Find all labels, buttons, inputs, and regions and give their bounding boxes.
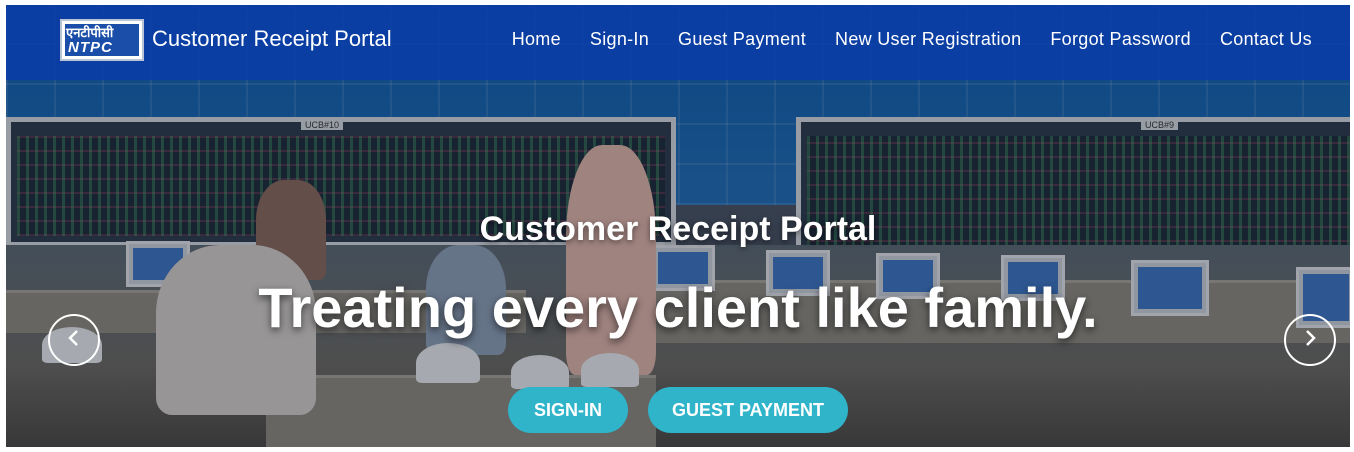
- navbar: एनटीपीसी NTPC Customer Receipt Portal Ho…: [6, 5, 1350, 80]
- nav-new-user-registration[interactable]: New User Registration: [835, 29, 1021, 50]
- nav-forgot-password[interactable]: Forgot Password: [1050, 29, 1191, 50]
- hero-tagline: Treating every client like family.: [258, 276, 1098, 339]
- main-nav: Home Sign-In Guest Payment New User Regi…: [512, 29, 1312, 50]
- guest-payment-button[interactable]: GUEST PAYMENT: [647, 387, 849, 433]
- nav-sign-in[interactable]: Sign-In: [590, 29, 649, 50]
- carousel-prev-button[interactable]: [48, 314, 100, 366]
- sign-in-button[interactable]: SIGN-IN: [507, 387, 628, 433]
- hero-carousel: UCB#10 UCB#9 एनटीपीसी NTPC Customer Rece…: [6, 5, 1350, 447]
- chevron-left-icon: [65, 329, 83, 352]
- nav-guest-payment[interactable]: Guest Payment: [678, 29, 806, 50]
- hero-title: Customer Receipt Portal: [479, 210, 877, 248]
- hero-buttons: SIGN-IN GUEST PAYMENT: [6, 387, 1350, 433]
- ntpc-logo[interactable]: एनटीपीसी NTPC: [60, 19, 144, 61]
- nav-contact-us[interactable]: Contact Us: [1220, 29, 1312, 50]
- logo-text: NTPC: [68, 39, 113, 56]
- chevron-right-icon: [1301, 329, 1319, 352]
- nav-home[interactable]: Home: [512, 29, 561, 50]
- carousel-next-button[interactable]: [1284, 314, 1336, 366]
- brand-title[interactable]: Customer Receipt Portal: [152, 26, 392, 52]
